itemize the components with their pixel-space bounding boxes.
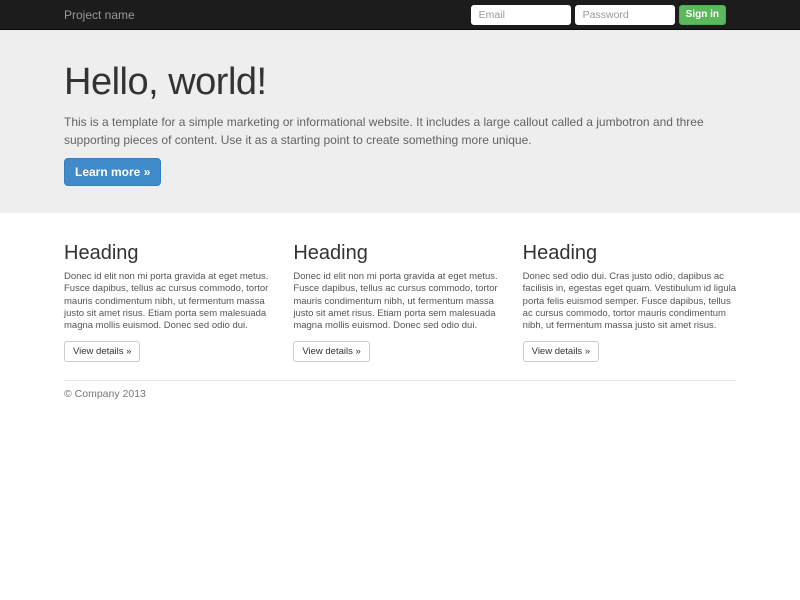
column-heading: Heading [64,241,139,264]
marketing-columns: Heading Donec id elit non mi porta gravi… [64,242,736,363]
column-body-text: Donec id elit non mi porta gravida at eg… [64,270,269,332]
navbar-brand[interactable]: Project name [64,8,135,22]
view-details-button-2[interactable]: View details » [293,341,370,363]
footer: © Company 2013 [64,388,736,400]
signin-form: Sign in [470,4,726,25]
copyright-text: © Company 2013 [64,388,146,401]
footer-divider [64,380,736,382]
marketing-column-3: Heading Donec sed odio dui. Cras justo o… [522,241,736,363]
signin-button[interactable]: Sign in [678,4,726,25]
marketing-column-2: Heading Donec id elit non mi porta gravi… [293,242,506,363]
column-body-text: Donec id elit non mi porta gravida at eg… [293,270,498,332]
column-body-text: Donec sed odio dui. Cras justo odio, dap… [522,270,736,332]
learn-more-button[interactable]: Learn more » [64,157,162,186]
jumbotron-description: This is a template for a simple marketin… [64,114,704,147]
password-field[interactable] [574,4,675,25]
column-heading: Heading [293,241,368,264]
jumbotron: Hello, world! This is a template for a s… [0,30,800,213]
page-title: Hello, world! [64,61,267,103]
view-details-button-1[interactable]: View details » [64,341,141,363]
column-heading: Heading [522,241,598,264]
navbar-container: Project name Sign in [64,0,736,29]
main-content: Heading Donec id elit non mi porta gravi… [64,242,736,400]
view-details-button-3[interactable]: View details » [522,341,600,363]
marketing-column-1: Heading Donec id elit non mi porta gravi… [64,242,277,363]
email-field[interactable] [470,4,571,25]
navbar: Project name Sign in [0,0,800,30]
jumbotron-container: Hello, world! This is a template for a s… [64,61,736,186]
